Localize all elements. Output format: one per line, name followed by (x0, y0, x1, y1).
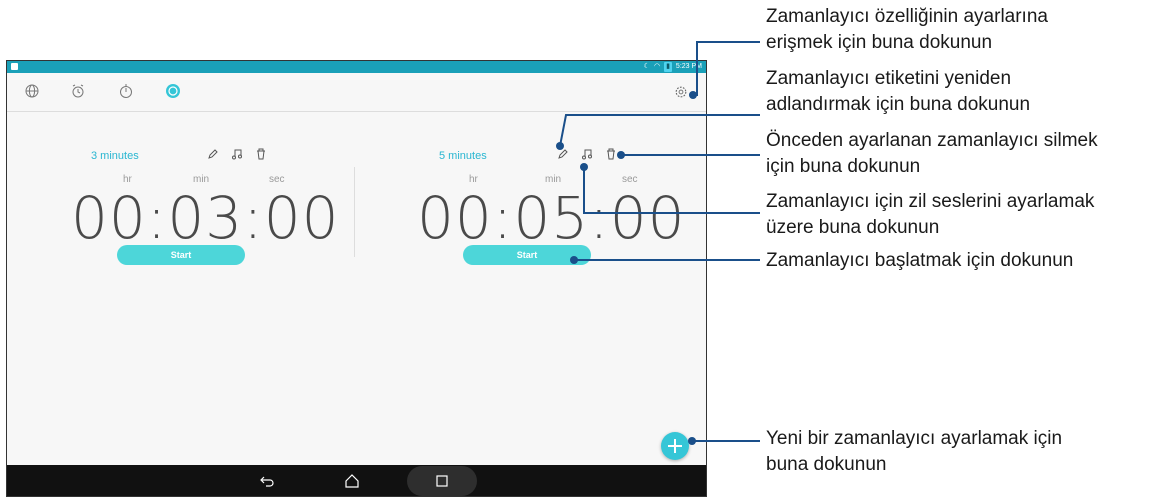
ringtone-callout: Zamanlayıcı için zil seslerini ayarlamak… (766, 191, 1095, 238)
rename-callout-dot (556, 142, 564, 150)
add-callout-dot (688, 437, 696, 445)
ringtone-callout-line (583, 167, 760, 214)
settings-callout-line (690, 41, 760, 96)
ringtone-callout-dot (580, 163, 588, 171)
delete-callout: Önceden ayarlanan zamanlayıcı silmek içi… (766, 130, 1098, 177)
start-callout: Zamanlayıcı başlatmak için dokunun (766, 250, 1074, 271)
settings-callout-dot (689, 91, 697, 99)
settings-callout: Zamanlayıcı özelliğinin ayarlarına erişm… (766, 6, 1048, 53)
add-callout: Yeni bir zamanlayıcı ayarlamak için buna… (766, 428, 1063, 475)
start-callout-dot (570, 256, 578, 264)
delete-callout-dot (617, 151, 625, 159)
rename-callout: Zamanlayıcı etiketini yeniden adlandırma… (766, 68, 1031, 115)
rename-callout-line (559, 114, 760, 147)
